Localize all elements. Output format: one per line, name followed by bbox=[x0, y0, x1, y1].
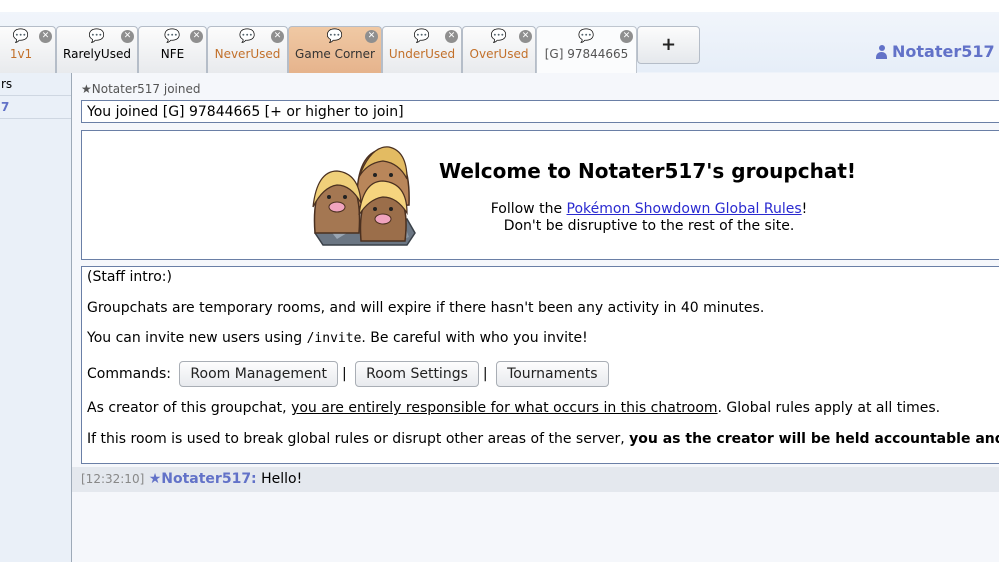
room-tab-label: NFE bbox=[160, 47, 185, 61]
dugtrio-art bbox=[312, 146, 416, 246]
rules-suffix: ! bbox=[801, 201, 808, 217]
separator: | bbox=[341, 366, 347, 382]
room-settings-button[interactable]: Room Settings bbox=[355, 361, 479, 387]
room-tab-label: 1v1 bbox=[9, 47, 33, 61]
commands-label: Commands: bbox=[87, 366, 171, 382]
expiry-info: Groupchats are temporary rooms, and will… bbox=[87, 300, 765, 316]
close-icon[interactable]: ✕ bbox=[39, 30, 52, 43]
join-message: ★Notater517 joined bbox=[81, 82, 201, 96]
close-icon[interactable]: ✕ bbox=[121, 30, 134, 43]
responsibility-text: you are entirely responsible for what oc… bbox=[291, 400, 718, 416]
accountability-warning: If this room is used to break global rul… bbox=[87, 431, 999, 447]
dugtrio-right bbox=[358, 180, 408, 242]
room-management-button[interactable]: Room Management bbox=[179, 361, 338, 387]
room-tab[interactable]: 💬 RarelyUsed ✕ bbox=[56, 26, 138, 76]
welcome-title: Welcome to Notater517's groupchat! bbox=[439, 159, 857, 183]
add-room-button[interactable]: + bbox=[637, 26, 700, 64]
join-notice: You joined [G] 97844665 [+ or higher to … bbox=[81, 100, 999, 123]
userlist-sidebar: rs 7 bbox=[0, 73, 72, 562]
staff-intro-box: (Staff intro:) Groupchats are temporary … bbox=[81, 266, 999, 464]
accountability-prefix: If this room is used to break global rul… bbox=[87, 431, 630, 447]
close-icon[interactable]: ✕ bbox=[190, 30, 203, 43]
disruptive-note: Don't be disruptive to the rest of the s… bbox=[503, 218, 795, 234]
close-icon[interactable]: ✕ bbox=[620, 30, 633, 43]
room-tab-label: NeverUsed bbox=[214, 47, 281, 61]
room-tab-label: OverUsed bbox=[469, 47, 529, 61]
close-icon[interactable]: ✕ bbox=[445, 30, 458, 43]
close-icon[interactable]: ✕ bbox=[519, 30, 532, 43]
chat-message: [12:32:10] ★Notater517: Hello! bbox=[72, 467, 999, 492]
tournaments-button[interactable]: Tournaments bbox=[496, 361, 609, 387]
room-tab-bar: 💬 1v1 ✕ 💬 RarelyUsed ✕ 💬 NFE ✕ 💬 NeverUsed ✕ 💬 Game C… bbox=[0, 12, 999, 76]
dugtrio-left bbox=[312, 170, 362, 234]
invite-prefix: You can invite new users using bbox=[87, 330, 307, 346]
room-tab[interactable]: 💬 [G] 97844665 ✕ bbox=[536, 26, 637, 76]
welcome-box: Welcome to Notater517's groupchat! Follo… bbox=[81, 130, 999, 260]
separator: | bbox=[482, 366, 488, 382]
room-tab[interactable]: 💬 Game Corner ✕ bbox=[288, 26, 382, 76]
user-name[interactable]: Notater517 bbox=[892, 42, 995, 61]
user-menu[interactable]: Notater517 bbox=[876, 42, 995, 61]
close-icon[interactable]: ✕ bbox=[271, 30, 284, 43]
commands-row: Commands: Room Management | Room Settings… bbox=[87, 361, 613, 387]
creator-responsibility: As creator of this groupchat, you are en… bbox=[87, 400, 940, 416]
room-tab-label: RarelyUsed bbox=[63, 47, 131, 61]
creator-prefix: As creator of this groupchat, bbox=[87, 400, 292, 416]
room-tab[interactable]: 💬 NFE ✕ bbox=[138, 26, 207, 76]
close-icon[interactable]: ✕ bbox=[365, 30, 378, 43]
userlist-header[interactable]: rs bbox=[0, 73, 71, 96]
invite-suffix: . Be careful with who you invite! bbox=[361, 330, 588, 346]
room-tab[interactable]: 💬 NeverUsed ✕ bbox=[207, 26, 288, 76]
invite-command: /invite bbox=[306, 331, 362, 346]
chat-log: ★Notater517 joined You joined [G] 978446… bbox=[72, 73, 999, 562]
room-tab-label: UnderUsed bbox=[388, 47, 456, 61]
accountability-bold: you as the creator will be held accounta… bbox=[629, 431, 999, 447]
room-tab-label: [G] 97844665 bbox=[544, 47, 629, 61]
room-tab[interactable]: 💬 1v1 ✕ bbox=[0, 26, 56, 76]
message-timestamp: [12:32:10] bbox=[81, 472, 145, 486]
user-icon bbox=[876, 45, 887, 59]
userlist-user[interactable]: 7 bbox=[0, 96, 71, 119]
message-text: Hello! bbox=[261, 471, 303, 487]
message-username[interactable]: ★Notater517: bbox=[149, 471, 257, 487]
invite-info: You can invite new users using /invite. … bbox=[87, 330, 588, 346]
welcome-rules: Follow the Pokémon Showdown Global Rules… bbox=[439, 201, 859, 235]
room-tab[interactable]: 💬 UnderUsed ✕ bbox=[382, 26, 462, 76]
room-tab-label: Game Corner bbox=[295, 47, 375, 61]
staff-intro-label: (Staff intro:) bbox=[87, 269, 172, 285]
creator-suffix: . Global rules apply at all times. bbox=[717, 400, 941, 416]
room-tab[interactable]: 💬 OverUsed ✕ bbox=[462, 26, 536, 76]
global-rules-link[interactable]: Pokémon Showdown Global Rules bbox=[567, 201, 802, 217]
rules-prefix: Follow the bbox=[490, 201, 567, 217]
